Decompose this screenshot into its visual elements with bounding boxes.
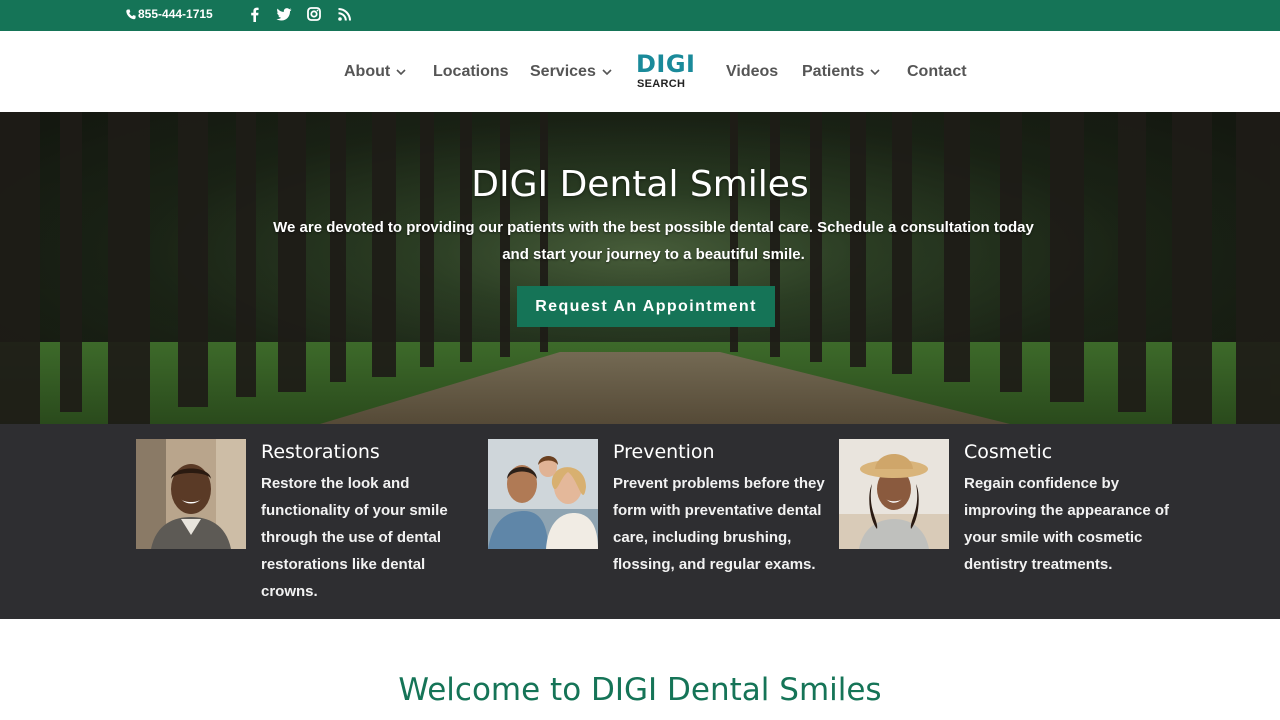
chevron-down-icon bbox=[870, 69, 880, 75]
service-title: Prevention bbox=[613, 441, 715, 463]
chevron-down-icon bbox=[396, 69, 406, 75]
service-title: Restorations bbox=[261, 441, 380, 463]
site-header: About Locations Services DIGI SEARCH Vid… bbox=[0, 31, 1280, 112]
nav-patients[interactable]: Patients bbox=[802, 62, 880, 82]
prevention-photo bbox=[488, 439, 598, 549]
chevron-down-icon bbox=[602, 69, 612, 75]
twitter-icon[interactable] bbox=[276, 5, 292, 23]
site-logo[interactable]: DIGI SEARCH bbox=[636, 52, 698, 92]
nav-contact-label: Contact bbox=[907, 63, 967, 80]
nav-locations[interactable]: Locations bbox=[433, 62, 509, 82]
nav-contact[interactable]: Contact bbox=[907, 62, 967, 82]
welcome-heading: Welcome to DIGI Dental Smiles bbox=[398, 672, 882, 708]
nav-videos[interactable]: Videos bbox=[726, 62, 778, 82]
forest-background-image bbox=[0, 112, 1280, 424]
nav-patients-label: Patients bbox=[802, 63, 865, 80]
phone-number-text: 855-444-1715 bbox=[138, 7, 213, 21]
hero-banner: DIGI Dental Smiles We are devoted to pro… bbox=[0, 112, 1280, 424]
logo-line-1: DIGI bbox=[636, 50, 696, 78]
service-description: Prevent problems before they form with p… bbox=[613, 475, 825, 573]
service-description: Regain confidence by improving the appea… bbox=[964, 475, 1170, 573]
request-appointment-button[interactable]: Request An Appointment bbox=[517, 286, 775, 327]
nav-videos-label: Videos bbox=[726, 63, 779, 80]
nav-services-label: Services bbox=[530, 63, 596, 80]
rss-icon[interactable] bbox=[336, 5, 352, 23]
facebook-icon[interactable] bbox=[246, 5, 262, 23]
phone-icon bbox=[126, 9, 136, 19]
nav-about-label: About bbox=[344, 63, 391, 80]
instagram-icon[interactable] bbox=[306, 5, 322, 23]
top-bar: 855-444-1715 bbox=[0, 0, 1280, 31]
nav-locations-label: Locations bbox=[433, 63, 509, 80]
service-title: Cosmetic bbox=[964, 441, 1053, 463]
nav-services[interactable]: Services bbox=[530, 62, 612, 82]
restorations-photo bbox=[136, 439, 246, 549]
logo-line-2: SEARCH bbox=[637, 78, 686, 90]
cosmetic-photo bbox=[839, 439, 949, 549]
hero-description: We are devoted to providing our patients… bbox=[273, 219, 1034, 263]
hero-title: DIGI Dental Smiles bbox=[471, 164, 809, 205]
social-links bbox=[246, 5, 352, 23]
phone-number[interactable]: 855-444-1715 bbox=[126, 7, 213, 21]
service-description: Restore the look and functionality of yo… bbox=[261, 475, 448, 600]
services-section: Restorations Restore the look and functi… bbox=[0, 424, 1280, 619]
nav-about[interactable]: About bbox=[344, 62, 406, 82]
